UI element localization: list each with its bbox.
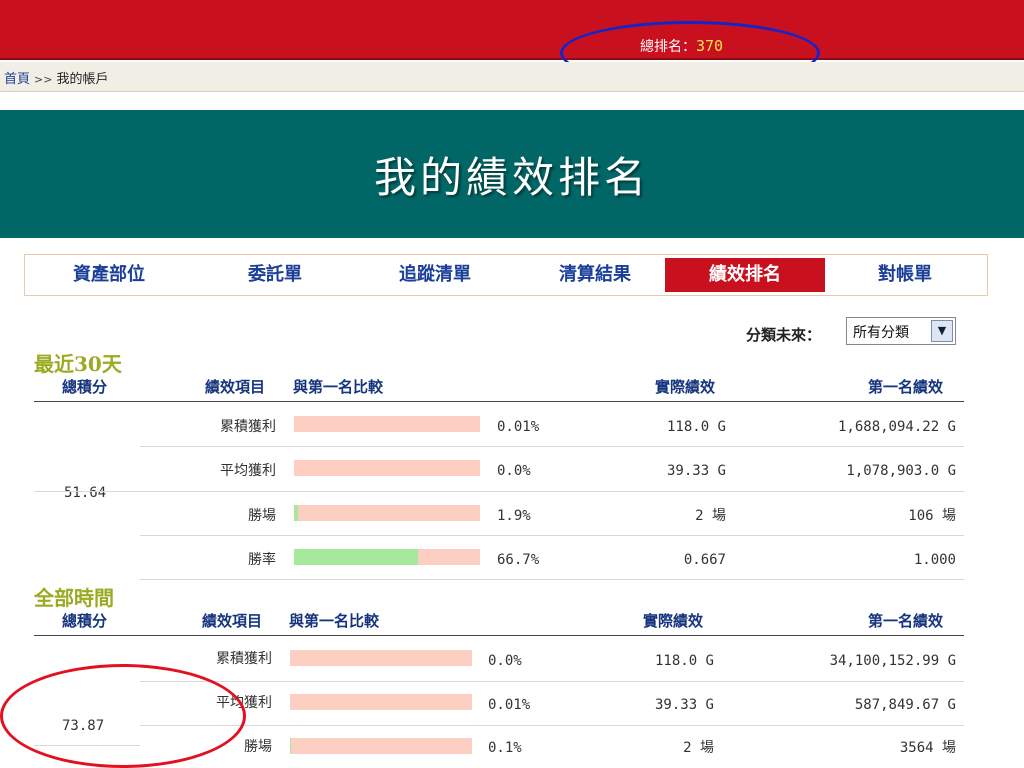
category-select[interactable]: 所有分類 ▼ [846,317,956,345]
tab-statement[interactable]: 對帳單 [845,258,965,292]
row-actual: 39.33 G [654,697,714,713]
row-divider [140,725,964,726]
section-title-alltime: 全部時間 [34,586,114,610]
highlight-oval-red [0,664,246,768]
col-header-actual: 實際績效 [655,378,716,396]
col-header-first: 第一名績效 [868,612,944,630]
row-divider [140,579,964,580]
header-divider [34,401,964,402]
row-percent: 0.0% [488,653,522,669]
col-header-compare: 與第一名比較 [289,612,380,630]
row-first: 1,688,094.22 G [837,419,956,435]
row-actual: 39.33 G [666,463,726,479]
col-header-item: 績效項目 [205,378,266,396]
breadcrumb-separator: >> [34,73,53,86]
header-divider [34,635,964,636]
tab-bar: 資產部位 委託單 追蹤清單 清算結果 績效排名 對帳單 [24,254,988,296]
top-bar: 總排名：370 [0,0,1024,60]
row-percent: 1.9% [497,508,531,524]
row-percent: 66.7% [497,552,540,568]
row-divider [140,681,964,682]
compare-bar [294,505,480,521]
row-item: 勝場 [248,508,276,524]
col-header-actual: 實際績效 [643,612,704,630]
row-item: 累積獲利 [216,651,272,667]
breadcrumb-current: 我的帳戶 [56,72,109,87]
row-actual: 0.667 [683,552,726,568]
tab-watchlist[interactable]: 追蹤清單 [365,258,505,292]
compare-bar [290,650,472,666]
row-item: 勝率 [248,552,276,568]
row-percent: 0.0% [497,463,531,479]
row-first: 106 場 [908,508,956,524]
filter-label: 分類未來： [746,326,822,344]
col-header-score: 總積分 [62,612,108,630]
row-percent: 0.01% [488,697,531,713]
compare-bar-fill [294,549,419,565]
row-first: 1,078,903.0 G [846,463,956,479]
breadcrumb: 首頁 >> 我的帳戶 [0,62,1024,92]
row-item: 平均獲利 [220,463,276,479]
row-first: 3564 場 [899,740,956,756]
row-first: 34,100,152.99 G [829,653,956,669]
row-percent: 0.1% [488,740,522,756]
tab-orders[interactable]: 委託單 [215,258,335,292]
compare-bar [290,738,472,754]
row-divider [140,491,964,492]
score-30days: 51.64 [64,485,107,501]
compare-bar [290,694,472,710]
compare-bar [294,549,480,565]
tab-performance-rank[interactable]: 績效排名 [665,258,825,292]
page-title: 我的績效排名 [373,152,650,202]
col-header-item: 績效項目 [202,612,263,630]
col-header-first: 第一名績效 [868,378,944,396]
compare-bar-fill [294,505,298,521]
col-header-compare: 與第一名比較 [293,378,384,396]
row-first: 587,849.67 G [854,697,956,713]
tab-assets[interactable]: 資產部位 [49,258,169,292]
breadcrumb-home-link[interactable]: 首頁 [4,72,30,87]
chevron-down-icon[interactable]: ▼ [931,320,953,342]
title-band: 我的績效排名 [0,110,1024,238]
row-first: 1.000 [913,552,956,568]
row-actual: 118.0 G [666,419,726,435]
category-select-value: 所有分類 [853,325,909,341]
row-percent: 0.01% [497,419,540,435]
row-divider [140,446,964,447]
row-divider [34,491,140,492]
compare-bar [294,460,480,476]
row-actual: 2 場 [695,508,726,524]
section-title-30days: 最近30天 [34,352,122,376]
col-header-score: 總積分 [62,378,108,396]
row-item: 累積獲利 [220,419,276,435]
row-actual: 118.0 G [654,653,714,669]
row-divider [140,535,964,536]
tab-settlement[interactable]: 清算結果 [525,258,665,292]
row-actual: 2 場 [683,740,714,756]
compare-bar [294,416,480,432]
